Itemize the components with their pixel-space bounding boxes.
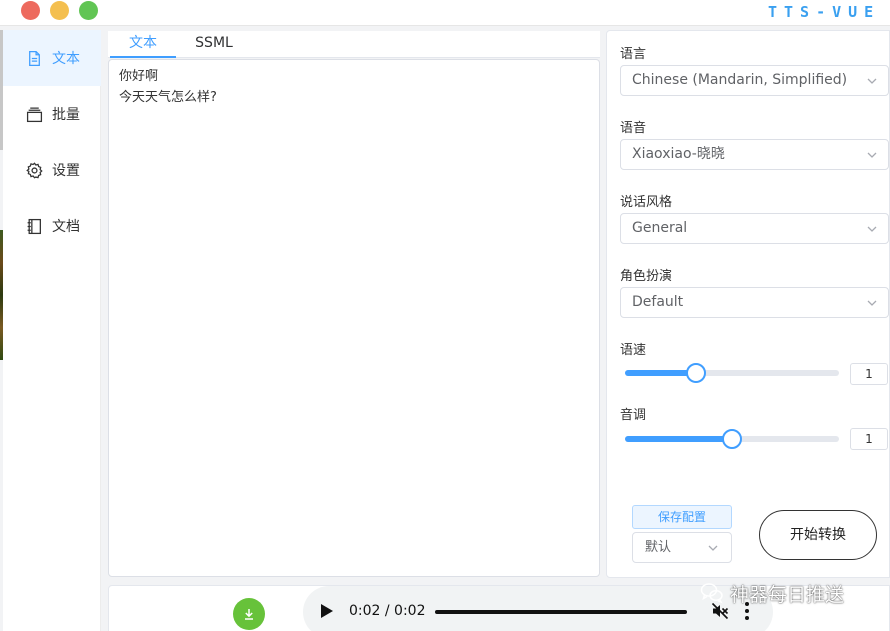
sidebar-item-label: 批量 [52,107,80,123]
language-value: Chinese (Mandarin, Simplified) [632,72,848,88]
voice-label: 语音 [620,121,647,136]
tab-text[interactable]: 文本 [110,31,176,58]
watermark: 神器每日推送 [700,578,844,608]
text-input-area[interactable]: 你好啊 今天天气怎么样? [108,59,600,577]
language-label: 语言 [620,47,647,62]
download-icon [245,609,253,620]
preset-value: 默认 [645,540,672,555]
voice-value: Xiaoxiao-晓晓 [632,146,725,162]
role-value: Default [632,294,684,310]
progress-bar[interactable] [435,610,687,614]
rate-value-input[interactable]: 1 [850,363,888,385]
notebook-icon [25,217,43,235]
chevron-down-icon [866,75,878,87]
title-bar: TTS-VUE [0,0,890,26]
role-select[interactable]: Default [620,287,889,318]
rate-slider[interactable] [625,363,839,383]
download-button[interactable] [233,598,265,630]
style-value: General [632,220,688,236]
sidebar-item-settings[interactable]: 设置 [3,142,101,198]
editor-tabs: 文本 SSML [108,31,600,58]
chevron-down-icon [707,542,719,554]
rate-label: 语速 [620,343,647,358]
style-select[interactable]: General [620,213,889,244]
sidebar-item-docs[interactable]: 文档 [3,198,101,254]
play-icon [321,604,333,618]
save-config-button[interactable]: 保存配置 [632,505,732,529]
text-line: 你好啊 [119,69,159,84]
sidebar-item-batch[interactable]: 批量 [3,86,101,142]
gear-icon [25,161,43,179]
sidebar-item-text[interactable]: 文本 [3,30,101,86]
watermark-text: 神器每日推送 [730,583,845,606]
app-brand: TTS-VUE [762,0,890,24]
text-line: 今天天气怎么样? [119,90,217,105]
role-label: 角色扮演 [620,269,673,284]
chevron-down-icon [866,297,878,309]
start-convert-button[interactable]: 开始转换 [759,510,877,560]
sidebar: 文本 批量 设置 文档 [3,30,101,631]
chevron-down-icon [866,149,878,161]
language-select[interactable]: Chinese (Mandarin, Simplified) [620,65,889,96]
sidebar-item-label: 文档 [52,219,80,235]
style-label: 说话风格 [620,195,673,210]
stack-icon [25,105,43,123]
rate-slider-handle[interactable] [685,363,706,383]
pitch-label: 音调 [620,408,647,423]
chevron-down-icon [866,223,878,235]
preset-select[interactable]: 默认 [632,532,732,563]
maximize-window-button[interactable] [79,1,98,20]
settings-panel: 语言 Chinese (Mandarin, Simplified) 语音 Xia… [606,30,890,578]
tab-ssml[interactable]: SSML [184,31,244,58]
pitch-slider-fill [625,436,732,442]
pitch-slider-handle[interactable] [722,429,742,449]
pitch-value-input[interactable]: 1 [850,428,888,450]
close-window-button[interactable] [21,1,40,20]
pitch-slider[interactable] [625,429,839,449]
voice-select[interactable]: Xiaoxiao-晓晓 [620,139,889,170]
sidebar-item-label: 设置 [52,163,80,179]
wechat-icon [700,583,723,604]
play-button[interactable] [320,603,334,619]
document-icon [25,49,43,67]
minimize-window-button[interactable] [50,1,69,20]
playback-time: 0:02 / 0:02 [349,603,426,619]
sidebar-item-label: 文本 [52,51,80,67]
